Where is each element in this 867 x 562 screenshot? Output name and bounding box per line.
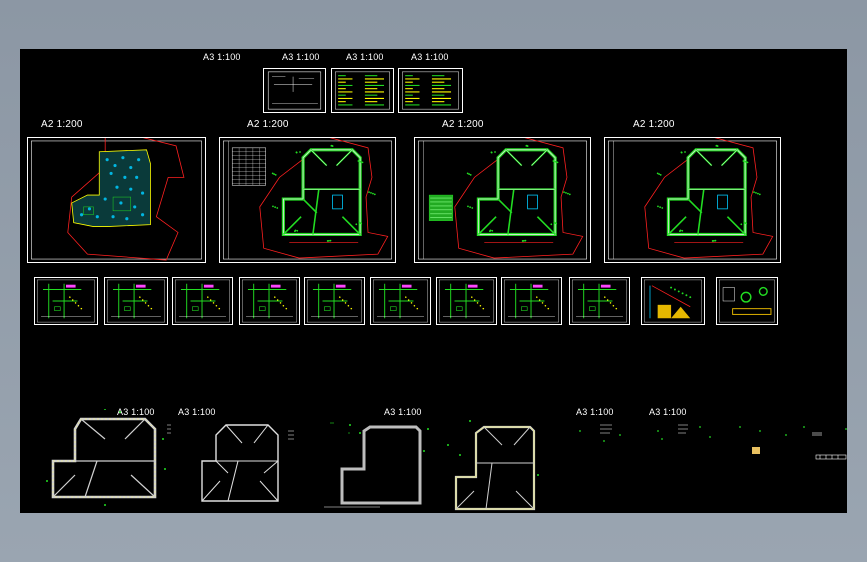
- sheet-content: [267, 71, 322, 110]
- sheet-content: [223, 138, 392, 260]
- sheet-content: [571, 279, 628, 323]
- sheet-a3-section-1[interactable]: [34, 277, 98, 325]
- scale-label: A2 1:200: [633, 119, 675, 130]
- scale-label: A3 1:100: [178, 407, 216, 417]
- sheet-content: [174, 279, 231, 323]
- sheet-a2-pit-plan-1[interactable]: [219, 137, 396, 263]
- sheet-content: [37, 279, 95, 323]
- sheet-content: [438, 279, 495, 323]
- sheet-a3-section-3[interactable]: [172, 277, 233, 325]
- floating-plan-3[interactable]: [320, 411, 440, 511]
- sheet-a3-section-8[interactable]: [501, 277, 562, 325]
- sheet-a3-section-5[interactable]: [304, 277, 365, 325]
- sheet-content: [644, 279, 702, 323]
- cad-model-space[interactable]: A3 1:100 A3 1:100 A3 1:100 A3 1:100 A2 1…: [20, 49, 847, 513]
- sheet-content: [503, 279, 560, 323]
- sheet-a2-pit-plan-3[interactable]: [604, 137, 781, 263]
- sheet-a3-section-9[interactable]: [569, 277, 630, 325]
- sheet-content: [372, 279, 429, 323]
- sheet-content: [241, 279, 298, 323]
- floating-notes: [579, 424, 847, 460]
- sheet-content: [402, 71, 459, 110]
- floating-plan-2[interactable]: [198, 421, 298, 505]
- sheet-content: [335, 71, 390, 110]
- sheet-a3-section-11[interactable]: [716, 277, 778, 325]
- scale-label: A3 1:100: [203, 52, 241, 62]
- scale-label: A3 1:100: [282, 52, 320, 62]
- sheet-content: [608, 138, 777, 260]
- sheet-content: [107, 279, 165, 323]
- sheet-a2-pit-plan-2[interactable]: [414, 137, 591, 263]
- sheet-content: [31, 138, 202, 261]
- floating-plan-4[interactable]: [440, 415, 540, 513]
- floating-plan-1[interactable]: [45, 409, 175, 509]
- sheet-a3-section-7[interactable]: [436, 277, 497, 325]
- sheet-a3-section-4[interactable]: [239, 277, 300, 325]
- sheet-a3-section-2[interactable]: [104, 277, 168, 325]
- scale-label: A2 1:200: [247, 119, 289, 130]
- sheet-a3-section-10[interactable]: [641, 277, 705, 325]
- scale-label: A2 1:200: [442, 119, 484, 130]
- sheet-content: [306, 279, 363, 323]
- sheet-content: [418, 138, 587, 260]
- sheet-a3-notes-1[interactable]: [331, 68, 394, 113]
- scale-label: A3 1:100: [346, 52, 384, 62]
- scale-label: A2 1:200: [41, 119, 83, 130]
- sheet-a2-site-plan[interactable]: [27, 137, 206, 263]
- scale-label: A3 1:100: [411, 52, 449, 62]
- sheet-a3-notes-2[interactable]: [398, 68, 463, 113]
- sheet-a3-section-6[interactable]: [370, 277, 431, 325]
- sheet-a3-cover[interactable]: [263, 68, 326, 113]
- sheet-content: [719, 279, 775, 323]
